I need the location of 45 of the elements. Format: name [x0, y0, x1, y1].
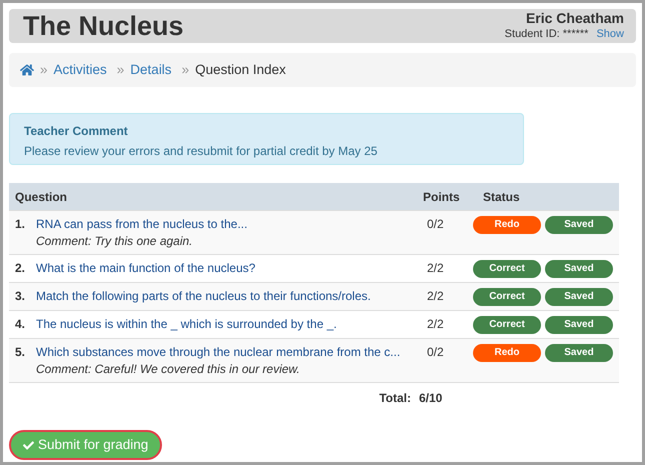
question-number: 1.: [15, 216, 26, 233]
status-badge: Saved: [545, 216, 613, 234]
breadcrumb-separator: »: [40, 60, 48, 79]
status-badge: Redo: [473, 216, 541, 234]
breadcrumb-separator: »: [182, 60, 190, 79]
question-comment: Comment: Try this one again.: [36, 233, 194, 249]
question-number: 4.: [15, 316, 26, 333]
status-badge: Saved: [545, 288, 613, 306]
total-label: Total:: [378, 390, 412, 406]
points-cell-text: 2/2: [426, 260, 445, 277]
question-link[interactable]: The nucleus is within the _ which is surrounded by the _.: [36, 316, 337, 332]
question-link[interactable]: Which substances move through the nuclear membrane from the c...: [36, 344, 400, 360]
question-link[interactable]: Match the following parts of the nucleus to their functions/roles.: [36, 288, 371, 304]
check-icon: [23, 440, 34, 450]
points-cell-text: 2/2: [426, 316, 445, 333]
question-number: 5.: [15, 344, 26, 361]
teacher-comment-text: Please review your errors and resubmit for partial credit by May 25: [24, 143, 378, 160]
status-badge: Correct: [473, 316, 541, 334]
home-icon[interactable]: [20, 63, 34, 77]
student-name: Eric Cheatham: [526, 10, 624, 28]
column-header: Points: [423, 188, 461, 206]
status-badge: Redo: [473, 344, 541, 362]
status-badge: Correct: [473, 260, 541, 278]
column-header: Question: [14, 188, 68, 206]
question-link[interactable]: What is the main function of the nucleus?: [36, 260, 256, 276]
question-number: 2.: [15, 260, 26, 277]
breadcrumb-link[interactable]: Activities: [54, 60, 107, 80]
question-link[interactable]: RNA can pass from the nucleus to the...: [36, 216, 248, 232]
teacher-comment-title: Teacher Comment: [24, 123, 129, 140]
points-cell-text: 0/2: [426, 216, 445, 233]
breadcrumb-current: Question Index: [195, 60, 286, 79]
student-id: Student ID: ******: [504, 28, 588, 42]
points-cell-text: 2/2: [426, 288, 445, 305]
question-number: 3.: [15, 288, 26, 305]
page-title: The Nucleus: [23, 12, 184, 40]
column-header: Status: [483, 188, 520, 206]
breadcrumb-link[interactable]: Details: [130, 60, 172, 80]
status-badge: Saved: [545, 316, 613, 334]
status-badge: Saved: [545, 260, 613, 278]
breadcrumb-separator: »: [116, 60, 124, 79]
status-badge: Correct: [473, 288, 541, 306]
status-badge: Saved: [545, 344, 613, 362]
question-comment: Comment: Careful! We covered this in our review.: [36, 361, 301, 377]
total-value: 6/10: [419, 390, 442, 406]
points-cell-text: 0/2: [426, 344, 445, 361]
